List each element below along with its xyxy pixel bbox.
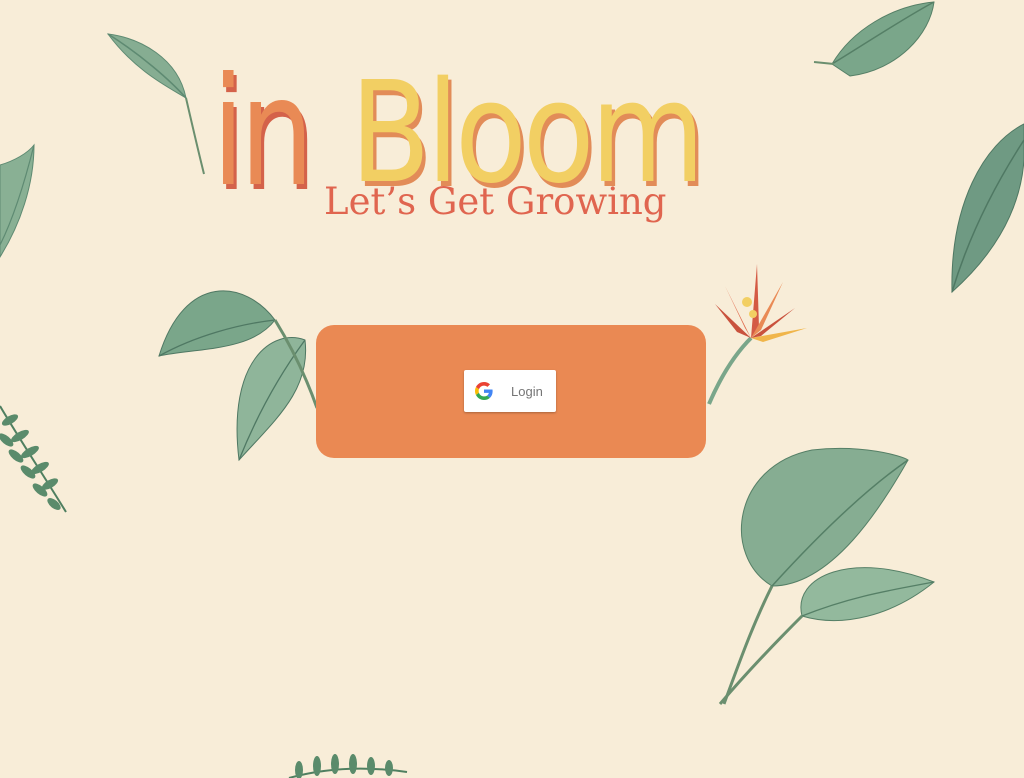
leaf-icon [100, 28, 210, 178]
login-card: Login [316, 325, 706, 458]
login-button-label: Login [511, 383, 543, 399]
leaf-icon [812, 0, 942, 82]
google-login-button[interactable]: Login [464, 370, 556, 412]
leaf-icon [944, 120, 1024, 300]
monstera-leaves-icon [155, 270, 325, 470]
tagline: Let’s Get Growing [324, 180, 667, 223]
google-g-icon [475, 382, 493, 400]
fern-sprig-icon [285, 752, 415, 778]
login-page: in Bloom Let’s Get Growing Login [0, 0, 1024, 778]
leaf-icon [0, 143, 40, 265]
heliconia-flower-icon [695, 258, 815, 408]
app-logo: in Bloom Let’s Get Growing [200, 40, 820, 240]
logo-word-in: in [212, 46, 314, 220]
hosta-leaves-icon [712, 446, 942, 710]
fern-sprig-icon [0, 400, 80, 520]
